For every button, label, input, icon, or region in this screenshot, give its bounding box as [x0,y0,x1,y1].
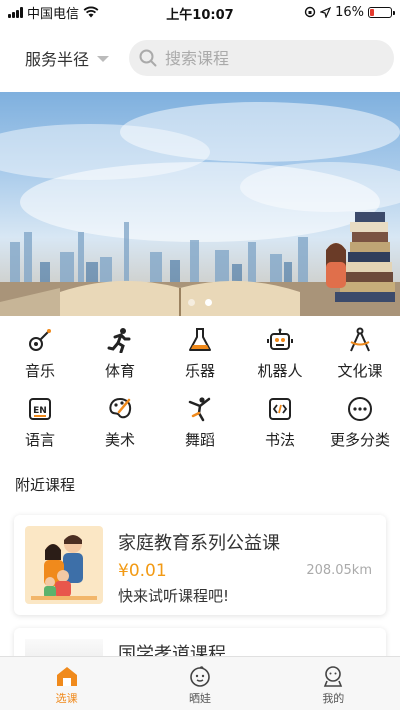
carousel-dot-active[interactable] [205,299,212,306]
music-icon [26,326,54,354]
category-label: 语言 [24,431,55,449]
category-dance[interactable]: 舞蹈 [160,395,240,450]
tab-label: 选课 [55,692,78,705]
profile-icon [324,666,343,687]
course-subtitle: 快来试听课程吧! [118,587,230,605]
category-grid: 音乐 体育 乐器 机器人 文化课 EN 语言 美术 舞蹈 书法 更多分类 [0,326,400,450]
baby-face-icon [190,666,210,687]
category-label: 音乐 [24,362,55,380]
category-art[interactable]: 美术 [80,395,160,450]
status-bar: 中国电信 上午10:07 16% [0,0,400,24]
category-label: 更多分类 [329,431,390,449]
category-more[interactable]: 更多分类 [320,395,400,450]
service-radius-label: 服务半径 [25,50,90,69]
course-thumbnail [25,526,103,604]
category-calligraphy[interactable]: 书法 [240,395,320,450]
bottom-tab-bar: 选课 晒娃 我的 [0,656,400,710]
service-radius-dropdown[interactable]: 服务半径 [25,46,110,70]
compass-icon [346,326,374,354]
category-music[interactable]: 音乐 [0,326,80,381]
search-input[interactable] [165,48,366,68]
category-label: 体育 [104,362,135,380]
carousel-indicator [0,299,400,306]
tab-label: 晒娃 [188,692,211,705]
course-card[interactable]: 家庭教育系列公益课 ¥0.01 208.05km 快来试听课程吧! [14,515,386,615]
en-language-icon: EN [26,395,54,423]
course-distance: 208.05km [306,563,372,578]
search-icon [139,49,157,67]
category-label: 乐器 [184,362,215,380]
course-price: ¥0.01 [118,561,167,581]
tab-show-kids[interactable]: 晒娃 [133,657,266,710]
category-label: 舞蹈 [184,431,215,449]
promo-banner[interactable] [0,92,400,316]
category-label: 美术 [104,431,135,449]
category-culture[interactable]: 文化课 [320,326,400,381]
svg-text:EN: EN [33,406,47,416]
category-language[interactable]: EN 语言 [0,395,80,450]
dancer-icon [186,395,214,423]
more-icon [346,395,374,423]
carousel-dot[interactable] [188,299,195,306]
tab-courses[interactable]: 选课 [0,657,133,710]
robot-icon [266,326,294,354]
status-time: 上午10:07 [166,8,234,23]
category-label: 书法 [264,431,295,449]
category-label: 文化课 [337,362,383,380]
palette-icon [106,395,134,423]
category-instrument[interactable]: 乐器 [160,326,240,381]
app-screen: 中国电信 上午10:07 16% 服务半径 搜索课程 音乐 体育 乐器 机器人 … [0,0,400,710]
flask-instrument-icon [186,326,214,354]
nearby-section-title: 附近课程 [15,476,76,494]
course-title: 家庭教育系列公益课 [118,533,280,554]
code-brush-icon [266,395,294,423]
home-icon [56,667,77,686]
category-label: 机器人 [257,362,303,380]
category-sports[interactable]: 体育 [80,326,160,381]
running-icon [106,326,134,354]
caret-down-icon [97,56,110,62]
tab-label: 我的 [322,692,345,705]
search-header: 服务半径 [0,38,400,78]
banner-illustration [0,102,400,316]
category-robot[interactable]: 机器人 [240,326,320,381]
tab-profile[interactable]: 我的 [267,657,400,710]
battery-icon [368,6,395,18]
search-bar[interactable] [129,40,395,76]
